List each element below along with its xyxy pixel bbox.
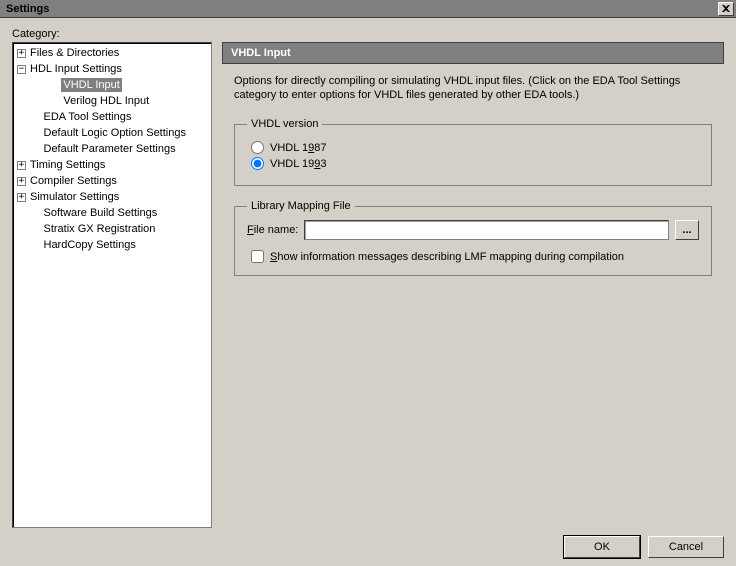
main-area: + Files & Directories − HDL Input Settin… <box>12 42 724 528</box>
panel-title: VHDL Input <box>222 42 724 64</box>
collapse-icon[interactable]: − <box>17 65 26 74</box>
dialog-buttons: OK Cancel <box>12 528 724 558</box>
file-name-input[interactable] <box>304 220 669 240</box>
show-info-checkbox[interactable] <box>251 250 264 263</box>
tree-item-eda-tool[interactable]: EDA Tool Settings <box>15 109 209 125</box>
tree-label: Compiler Settings <box>28 174 119 188</box>
browse-button[interactable]: ... <box>675 220 699 240</box>
file-name-row: File name: ... <box>247 220 699 240</box>
tree-label: Verilog HDL Input <box>61 94 151 108</box>
expand-icon[interactable]: + <box>17 177 26 186</box>
tree-label: Default Parameter Settings <box>42 142 178 156</box>
tree-label: VHDL Input <box>61 78 121 92</box>
tree-label: HDL Input Settings <box>28 62 124 76</box>
ok-button[interactable]: OK <box>564 536 640 558</box>
tree-label: Stratix GX Registration <box>42 222 158 236</box>
cancel-button[interactable]: Cancel <box>648 536 724 558</box>
titlebar: Settings <box>0 0 736 18</box>
tree-item-vhdl-input[interactable]: VHDL Input <box>15 77 209 93</box>
radio-label: VHDL 1987 <box>270 142 326 154</box>
vhdl-version-group: VHDL version VHDL 1987 VHDL 1993 <box>234 118 712 186</box>
tree-label: HardCopy Settings <box>42 238 138 252</box>
category-label: Category: <box>12 28 724 40</box>
close-icon <box>722 5 730 12</box>
panel-description: Options for directly compiling or simula… <box>234 74 712 102</box>
show-info-label: Show information messages describing LMF… <box>270 251 624 263</box>
library-mapping-legend: Library Mapping File <box>247 200 355 212</box>
settings-panel: VHDL Input Options for directly compilin… <box>222 42 724 528</box>
radio-vhdl-1993[interactable] <box>251 157 264 170</box>
expand-icon[interactable]: + <box>17 161 26 170</box>
tree-label: Timing Settings <box>28 158 107 172</box>
vhdl-version-legend: VHDL version <box>247 118 322 130</box>
tree-label: Software Build Settings <box>42 206 160 220</box>
tree-item-hardcopy[interactable]: HardCopy Settings <box>15 237 209 253</box>
tree-label: Default Logic Option Settings <box>42 126 188 140</box>
tree-item-default-param[interactable]: Default Parameter Settings <box>15 141 209 157</box>
library-mapping-group: Library Mapping File File name: ... Show… <box>234 200 712 276</box>
tree-item-simulator[interactable]: + Simulator Settings <box>15 189 209 205</box>
radio-vhdl-1987-row[interactable]: VHDL 1987 <box>251 141 699 154</box>
category-tree[interactable]: + Files & Directories − HDL Input Settin… <box>12 42 212 528</box>
tree-item-stratix-gx[interactable]: Stratix GX Registration <box>15 221 209 237</box>
window-title: Settings <box>2 3 718 15</box>
radio-vhdl-1993-row[interactable]: VHDL 1993 <box>251 157 699 170</box>
tree-item-hdl-input[interactable]: − HDL Input Settings <box>15 61 209 77</box>
tree-item-software-build[interactable]: Software Build Settings <box>15 205 209 221</box>
tree-label: EDA Tool Settings <box>42 110 134 124</box>
dialog-content: Category: + Files & Directories − HDL In… <box>0 18 736 566</box>
file-name-label: File name: <box>247 224 298 236</box>
tree-item-compiler[interactable]: + Compiler Settings <box>15 173 209 189</box>
radio-label: VHDL 1993 <box>270 158 326 170</box>
tree-item-files-dirs[interactable]: + Files & Directories <box>15 45 209 61</box>
show-info-row[interactable]: Show information messages describing LMF… <box>251 250 699 263</box>
radio-vhdl-1987[interactable] <box>251 141 264 154</box>
expand-icon[interactable]: + <box>17 193 26 202</box>
tree-item-verilog-input[interactable]: Verilog HDL Input <box>15 93 209 109</box>
expand-icon[interactable]: + <box>17 49 26 58</box>
tree-item-timing[interactable]: + Timing Settings <box>15 157 209 173</box>
tree-item-default-logic[interactable]: Default Logic Option Settings <box>15 125 209 141</box>
tree-label: Simulator Settings <box>28 190 121 204</box>
close-button[interactable] <box>718 2 734 16</box>
tree-label: Files & Directories <box>28 46 121 60</box>
panel-body: Options for directly compiling or simula… <box>222 64 724 300</box>
